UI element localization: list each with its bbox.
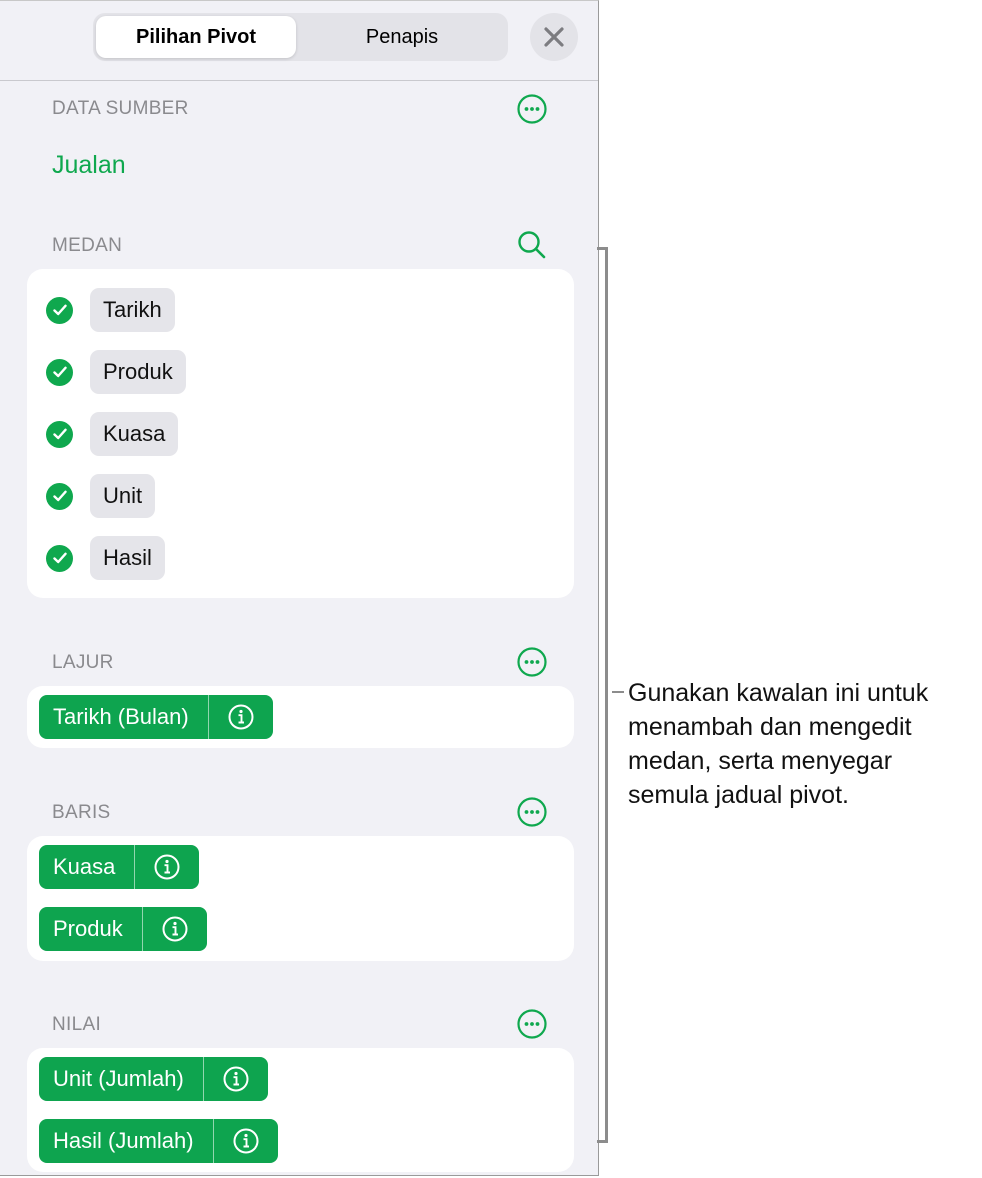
column-field-pill[interactable]: Tarikh (Bulan) <box>39 695 273 739</box>
info-icon <box>154 854 180 880</box>
field-chip[interactable]: Kuasa <box>90 412 179 456</box>
field-item[interactable]: Hasil <box>46 536 165 580</box>
row-field-label[interactable]: Kuasa <box>39 845 136 889</box>
row-field-pill[interactable]: Kuasa <box>39 845 200 889</box>
header-divider <box>0 80 598 81</box>
callout-line: menambah dan mengedit <box>628 713 912 741</box>
info-icon <box>228 704 254 730</box>
tab-filters[interactable]: Penapis <box>299 16 505 58</box>
fields-header: MEDAN <box>52 235 123 256</box>
field-item[interactable]: Kuasa <box>46 412 179 456</box>
values-more-button[interactable] <box>516 1008 548 1040</box>
checkmark-icon[interactable] <box>46 358 73 386</box>
checkmark-icon[interactable] <box>46 420 73 448</box>
info-button[interactable] <box>143 907 207 951</box>
value-field-pill[interactable]: Unit (Jumlah) <box>39 1057 268 1101</box>
more-icon <box>517 1009 547 1039</box>
checkmark-icon[interactable] <box>46 482 73 510</box>
value-field-label[interactable]: Unit (Jumlah) <box>39 1057 204 1101</box>
field-chip[interactable]: Produk <box>90 350 186 394</box>
fields-search-button[interactable] <box>516 229 548 261</box>
pivot-options-panel: Pilihan Pivot Penapis DATA SUMBER Jualan… <box>0 0 599 1176</box>
info-button[interactable] <box>209 695 273 739</box>
value-field-label[interactable]: Hasil (Jumlah) <box>39 1119 214 1163</box>
columns-list: Tarikh (Bulan) <box>27 686 574 748</box>
close-button[interactable] <box>530 13 578 61</box>
rows-more-button[interactable] <box>516 796 548 828</box>
values-header: NILAI <box>52 1014 102 1035</box>
segmented-control: Pilihan Pivot Penapis <box>93 13 508 61</box>
callout-leader-line <box>612 691 624 693</box>
columns-header: LAJUR <box>52 652 114 673</box>
callout-line: medan, serta menyegar <box>628 747 893 775</box>
tab-pivot-options[interactable]: Pilihan Pivot <box>96 16 296 58</box>
close-icon <box>544 27 564 47</box>
rows-header: BARIS <box>52 802 111 823</box>
field-chip[interactable]: Unit <box>90 474 156 518</box>
info-button[interactable] <box>135 845 199 889</box>
field-item[interactable]: Unit <box>46 474 156 518</box>
callout-line: Gunakan kawalan ini untuk <box>628 679 929 707</box>
value-field-pill[interactable]: Hasil (Jumlah) <box>39 1119 278 1163</box>
info-icon <box>223 1066 249 1092</box>
more-icon <box>517 94 547 124</box>
checkmark-icon[interactable] <box>46 296 73 324</box>
callout-bracket <box>597 247 608 1143</box>
info-icon <box>233 1128 259 1154</box>
fields-list: Tarikh Produk Kuasa Unit Hasil <box>27 269 574 598</box>
source-table-name[interactable]: Jualan <box>52 151 126 180</box>
field-chip[interactable]: Hasil <box>90 536 165 580</box>
columns-more-button[interactable] <box>516 646 548 678</box>
rows-list: Kuasa Produk <box>27 836 574 961</box>
column-field-label[interactable]: Tarikh (Bulan) <box>39 695 209 739</box>
more-icon <box>517 647 547 677</box>
checkmark-icon[interactable] <box>46 544 73 572</box>
info-icon <box>162 916 188 942</box>
info-button[interactable] <box>204 1057 268 1101</box>
source-more-button[interactable] <box>516 93 548 125</box>
info-button[interactable] <box>214 1119 278 1163</box>
field-item[interactable]: Produk <box>46 350 186 394</box>
search-icon <box>518 231 546 259</box>
row-field-label[interactable]: Produk <box>39 907 143 951</box>
row-field-pill[interactable]: Produk <box>39 907 207 951</box>
field-chip[interactable]: Tarikh <box>90 288 175 332</box>
source-header: DATA SUMBER <box>52 98 189 119</box>
field-item[interactable]: Tarikh <box>46 288 175 332</box>
callout-text: Gunakan kawalan ini untuk menambah dan m… <box>628 676 978 812</box>
values-list: Unit (Jumlah) Hasil (Jumlah) <box>27 1048 574 1172</box>
callout-line: semula jadual pivot. <box>628 781 849 809</box>
more-icon <box>517 797 547 827</box>
